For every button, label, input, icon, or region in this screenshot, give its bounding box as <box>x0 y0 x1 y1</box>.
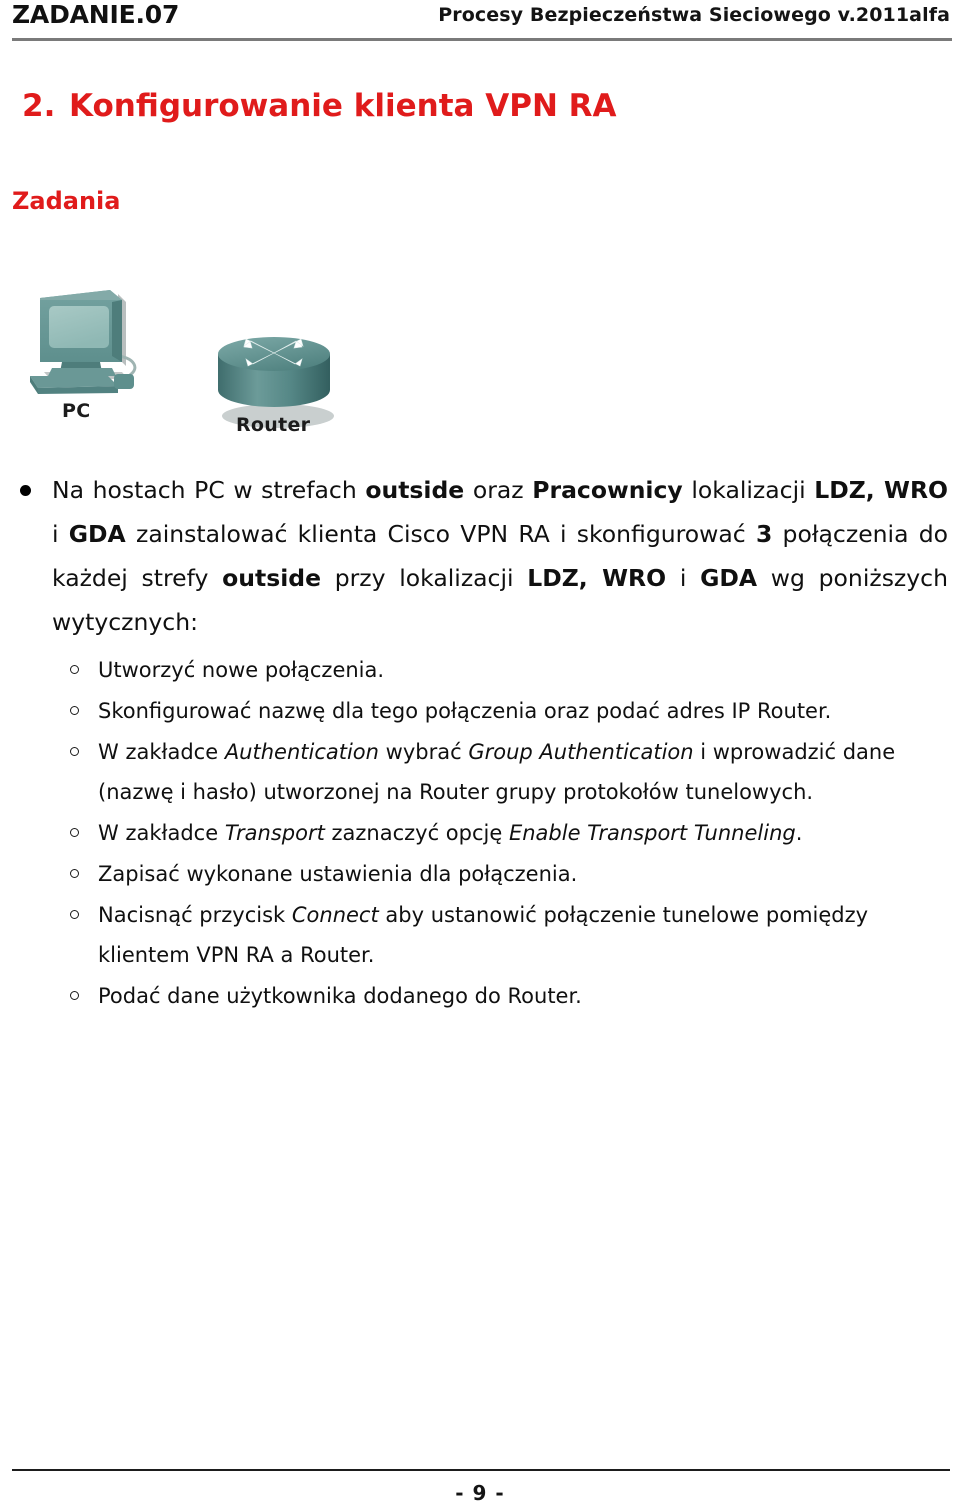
router-icon-caption: Router <box>236 414 311 436</box>
circle-bullet-icon <box>70 828 79 837</box>
emphasis-term: LDZ, WRO <box>527 564 667 592</box>
emphasis-term: GDA <box>68 520 126 548</box>
page-title-text: Konfigurowanie klienta VPN RA <box>69 88 617 124</box>
body-text-run: zainstalować klienta Cisco VPN RA i skon… <box>125 520 756 548</box>
main-bullet-text: Na hostach PC w strefach outside oraz Pr… <box>52 476 948 636</box>
circle-bullet-icon <box>70 991 79 1000</box>
circle-bullet-icon <box>70 706 79 715</box>
body-text-run: Utworzyć nowe połączenia. <box>98 658 385 682</box>
emphasis-term: outside <box>222 564 322 592</box>
ui-term: Group Authentication <box>468 740 694 764</box>
body-text-run: . <box>795 821 803 845</box>
sub-bullet-text: Utworzyć nowe połączenia. <box>98 658 384 682</box>
sub-bullet-text: Zapisać wykonane ustawienia dla połączen… <box>98 862 577 886</box>
sub-bullet-item: Podać dane użytkownika dodanego do Route… <box>14 976 948 1016</box>
body-text-run: zaznaczyć opcję <box>324 821 509 845</box>
header-divider <box>12 38 952 41</box>
sub-bullet-item: Nacisnąć przycisk Connect aby ustanowić … <box>14 895 948 975</box>
body-text-run: W zakładce <box>98 821 225 845</box>
sub-bullet-item: Zapisać wykonane ustawienia dla połączen… <box>14 854 948 894</box>
ui-term: Authentication <box>224 740 379 764</box>
header-course-title: Procesy Bezpieczeństwa Sieciowego v.2011… <box>438 4 950 26</box>
circle-bullet-icon <box>70 747 79 756</box>
body-text-run: Podać dane użytkownika dodanego do Route… <box>98 984 582 1008</box>
circle-bullet-icon <box>70 665 79 674</box>
emphasis-term: 3 <box>755 520 773 548</box>
sub-bullet-item: W zakładce Authentication wybrać Group A… <box>14 732 948 812</box>
emphasis-term: outside <box>365 476 465 504</box>
body-text-run: lokalizacji <box>682 476 815 504</box>
body-text-run: przy lokalizacji <box>321 564 528 592</box>
body-text-run: Na hostach PC w strefach <box>52 476 366 504</box>
section-subtitle: Zadania <box>12 187 121 215</box>
sub-bullet-item: W zakładce Transport zaznaczyć opcję Ena… <box>14 813 948 853</box>
page-title: 2. Konfigurowanie klienta VPN RA <box>22 86 920 126</box>
ui-term: Connect <box>291 903 379 927</box>
network-topology-figure: PC Router <box>14 272 354 452</box>
body-text-run: Zapisać wykonane ustawienia dla połączen… <box>98 862 578 886</box>
main-bullet-item: Na hostach PC w strefach outside oraz Pr… <box>14 468 948 644</box>
ui-term: Transport <box>224 821 325 845</box>
sub-bullet-text: Podać dane użytkownika dodanego do Route… <box>98 984 582 1008</box>
header-task-id: ZADANIE.07 <box>12 0 180 29</box>
sub-bullet-text: W zakładce Authentication wybrać Group A… <box>98 740 895 804</box>
ui-term: Enable Transport Tunneling <box>508 821 796 845</box>
footer-divider <box>12 1469 950 1471</box>
emphasis-term: GDA <box>700 564 758 592</box>
sub-bullet-item: Skonfigurować nazwę dla tego połączenia … <box>14 691 948 731</box>
sub-bullet-text: Skonfigurować nazwę dla tego połączenia … <box>98 699 831 723</box>
page-number: - 9 - <box>455 1481 505 1505</box>
sub-bullet-text: W zakładce Transport zaznaczyć opcję Ena… <box>98 821 802 845</box>
circle-bullet-icon <box>70 910 79 919</box>
pc-icon-caption: PC <box>62 400 91 422</box>
document-header: ZADANIE.07 Procesy Bezpieczeństwa Siecio… <box>12 0 950 38</box>
pc-icon <box>22 276 147 404</box>
sub-bullet-item: Utworzyć nowe połączenia. <box>14 650 948 690</box>
disc-bullet-icon <box>20 485 31 496</box>
body-text-run: i <box>666 564 701 592</box>
task-body: Na hostach PC w strefach outside oraz Pr… <box>14 468 948 1017</box>
body-text-run: W zakładce <box>98 740 225 764</box>
body-text-run: i <box>52 520 69 548</box>
emphasis-term: Pracownicy <box>532 476 683 504</box>
body-text-run: Nacisnąć przycisk <box>98 903 292 927</box>
body-text-run: oraz <box>464 476 533 504</box>
page-title-number: 2. <box>22 88 56 124</box>
emphasis-term: LDZ, WRO <box>814 476 949 504</box>
body-text-run: wybrać <box>378 740 469 764</box>
document-page: ZADANIE.07 Procesy Bezpieczeństwa Siecio… <box>0 0 960 1511</box>
circle-bullet-icon <box>70 869 79 878</box>
sub-bullet-text: Nacisnąć przycisk Connect aby ustanowić … <box>98 903 868 967</box>
sub-bullet-list: Utworzyć nowe połączenia. Skonfigurować n… <box>14 650 948 1016</box>
body-text-run: Skonfigurować nazwę dla tego połączenia … <box>98 699 832 723</box>
